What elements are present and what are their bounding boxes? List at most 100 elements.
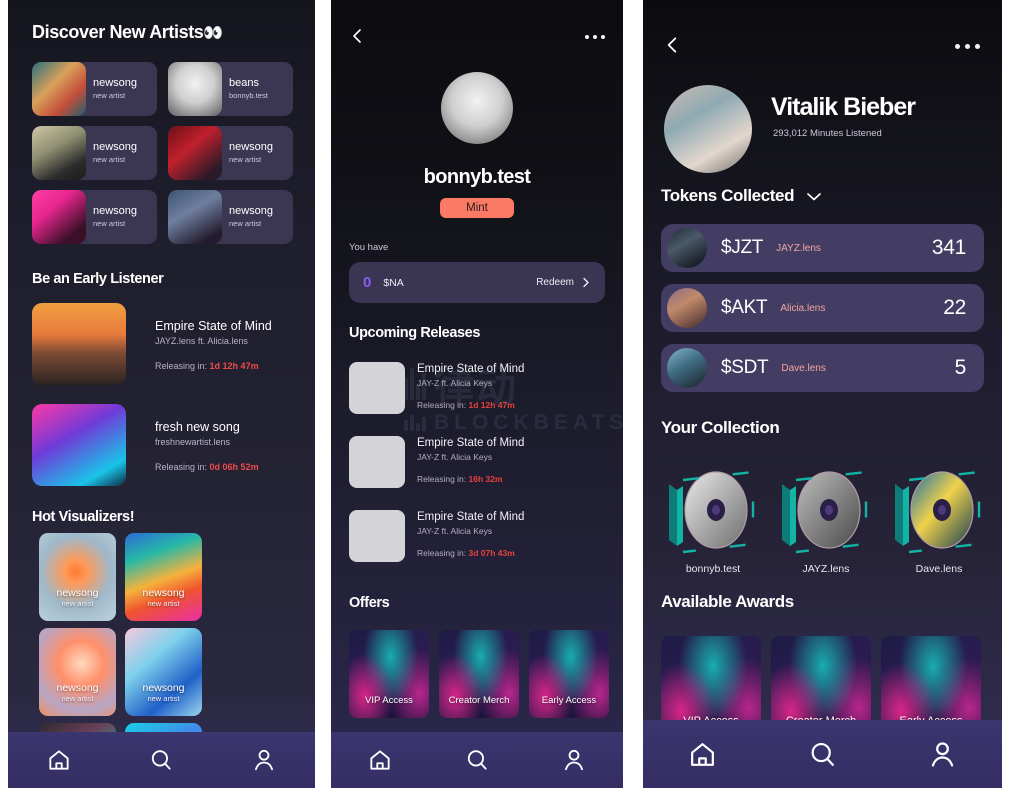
eyes-icon: 👀 bbox=[203, 25, 223, 42]
home-icon bbox=[691, 742, 715, 766]
tab-profile[interactable] bbox=[526, 732, 622, 788]
release-artwork bbox=[32, 303, 126, 385]
bottom-tab-bar bbox=[643, 720, 1002, 788]
tokens-collected-heading: Tokens Collected bbox=[661, 186, 823, 206]
artist-card[interactable]: newsong new artist bbox=[32, 126, 157, 180]
visualizer-card[interactable]: newsong new artist bbox=[125, 533, 202, 621]
release-artwork-placeholder bbox=[349, 510, 405, 562]
vinyl-record-icon bbox=[669, 470, 755, 554]
chevron-down-icon[interactable] bbox=[805, 190, 823, 202]
artist-card[interactable]: newsong new artist bbox=[32, 62, 157, 116]
collection-item[interactable]: Dave.lens bbox=[887, 460, 991, 575]
release-artist: JAY-Z ft. Alicia Keys bbox=[417, 452, 493, 462]
offer-label: VIP Access bbox=[365, 695, 413, 706]
token-avatar bbox=[667, 348, 707, 388]
offer-card[interactable]: VIP Access bbox=[349, 630, 429, 718]
artist-card-meta: newsong new artist bbox=[86, 141, 157, 165]
collection-label: JAYZ.lens bbox=[802, 563, 850, 575]
balance-card[interactable]: 0 $NA Redeem bbox=[349, 262, 605, 303]
artist-card[interactable]: beans bonnyb.test bbox=[168, 62, 293, 116]
tokens-collected-label: Tokens Collected bbox=[661, 186, 795, 205]
dot bbox=[585, 35, 589, 39]
collection-item[interactable]: bonnyb.test bbox=[661, 460, 765, 575]
artist-card[interactable]: newsong new artist bbox=[168, 190, 293, 244]
countdown-value: 1d 12h 47m bbox=[468, 400, 515, 410]
vinyl-artwork bbox=[661, 460, 765, 558]
tab-home[interactable] bbox=[331, 732, 427, 788]
token-row[interactable]: $JZT JAYZ.lens 341 bbox=[661, 224, 984, 272]
collection-grid: bonnyb.test JAYZ.lens Dave.lens bbox=[661, 460, 991, 575]
release-artwork bbox=[32, 404, 126, 486]
release-title: Empire State of Mind bbox=[155, 319, 272, 333]
dot bbox=[975, 44, 980, 49]
upcoming-release-row[interactable]: Empire State of Mind JAY-Z ft. Alicia Ke… bbox=[349, 436, 524, 488]
tab-home[interactable] bbox=[644, 720, 762, 788]
tab-search[interactable] bbox=[763, 720, 881, 788]
release-title: fresh new song bbox=[155, 420, 240, 434]
visualizer-card[interactable]: newsong new artist bbox=[125, 628, 202, 716]
artist-card-meta: newsong new artist bbox=[86, 205, 157, 229]
countdown-label: Releasing in: bbox=[155, 361, 208, 371]
more-options-button[interactable] bbox=[585, 35, 605, 39]
offer-label: Early Access bbox=[541, 695, 597, 706]
token-lens-handle: JAYZ.lens bbox=[776, 242, 821, 254]
artist-subtitle: new artist bbox=[229, 219, 262, 228]
token-symbol: $AKT bbox=[721, 297, 768, 318]
artist-card[interactable]: newsong new artist bbox=[168, 126, 293, 180]
countdown-label: Releasing in: bbox=[417, 548, 467, 558]
available-awards-heading: Available Awards bbox=[661, 592, 794, 611]
tab-profile[interactable] bbox=[883, 720, 1001, 788]
release-title: Empire State of Mind bbox=[417, 511, 525, 523]
mint-button[interactable]: Mint bbox=[440, 198, 514, 218]
profile-screen-body: bonnyb.test Mint You have 0 $NA Redeem U… bbox=[331, 0, 623, 788]
artist-subtitle: new artist bbox=[229, 155, 262, 164]
artist-name: newsong bbox=[93, 205, 138, 217]
token-avatar bbox=[667, 228, 707, 268]
hot-visualizers-heading: Hot Visualizers! bbox=[32, 509, 135, 525]
token-row[interactable]: $AKT Alicia.lens 22 bbox=[661, 284, 984, 332]
dot bbox=[601, 35, 605, 39]
artist-card-grid: newsong new artist beans bonnyb.test new… bbox=[32, 62, 294, 244]
offers-grid: VIP Access Creator Merch Early Access bbox=[349, 630, 609, 718]
artist-card-meta: newsong new artist bbox=[86, 77, 157, 101]
release-meta: Empire State of Mind JAYZ.lens ft. Alici… bbox=[126, 303, 272, 385]
tab-search[interactable] bbox=[429, 732, 525, 788]
token-amount: 5 bbox=[954, 356, 967, 379]
release-countdown: Releasing in: 3d 07h 43m bbox=[417, 548, 524, 558]
tab-search[interactable] bbox=[111, 732, 212, 788]
collection-item[interactable]: JAYZ.lens bbox=[774, 460, 878, 575]
back-button[interactable] bbox=[663, 35, 681, 55]
early-release-row[interactable]: fresh new song freshnewartist.lens Relea… bbox=[32, 404, 259, 486]
offer-card[interactable]: Early Access bbox=[529, 630, 609, 718]
watermark-bars-icon bbox=[404, 415, 426, 431]
visualizer-card[interactable]: newsong new artist bbox=[39, 628, 116, 716]
search-icon bbox=[152, 750, 172, 770]
artist-card[interactable]: newsong new artist bbox=[32, 190, 157, 244]
artist-name: beans bbox=[229, 77, 259, 89]
more-options-button[interactable] bbox=[955, 44, 980, 49]
tab-home[interactable] bbox=[9, 732, 110, 788]
countdown-label: Releasing in: bbox=[417, 474, 467, 484]
visualizer-name: newsong bbox=[56, 682, 99, 694]
back-button[interactable] bbox=[349, 27, 365, 45]
release-title: Empire State of Mind bbox=[417, 363, 525, 375]
visualizer-sub: new artist bbox=[147, 694, 180, 703]
token-row[interactable]: $SDT Dave.lens 5 bbox=[661, 344, 984, 392]
release-meta: Empire State of Mind JAY-Z ft. Alicia Ke… bbox=[405, 436, 524, 488]
tab-profile[interactable] bbox=[213, 732, 314, 788]
visualizer-card[interactable]: newsong new artist bbox=[39, 533, 116, 621]
redeem-action[interactable]: Redeem bbox=[536, 276, 591, 289]
early-release-row[interactable]: Empire State of Mind JAYZ.lens ft. Alici… bbox=[32, 303, 272, 385]
artist-subtitle: new artist bbox=[93, 155, 126, 164]
release-artist: JAY-Z ft. Alicia Keys bbox=[417, 526, 493, 536]
artist-thumbnail bbox=[32, 126, 86, 180]
offer-card[interactable]: Creator Merch bbox=[439, 630, 519, 718]
upcoming-release-row[interactable]: Empire State of Mind JAY-Z ft. Alicia Ke… bbox=[349, 362, 524, 414]
phone-screen-discover: Discover New Artists👀 newsong new artist… bbox=[8, 0, 315, 788]
visualizer-name: newsong bbox=[142, 587, 185, 599]
visualizer-name: newsong bbox=[56, 587, 99, 599]
upcoming-release-row[interactable]: Empire State of Mind JAY-Z ft. Alicia Ke… bbox=[349, 510, 524, 562]
dot bbox=[955, 44, 960, 49]
artist-subtitle: new artist bbox=[93, 219, 126, 228]
artist-name: newsong bbox=[93, 77, 138, 89]
